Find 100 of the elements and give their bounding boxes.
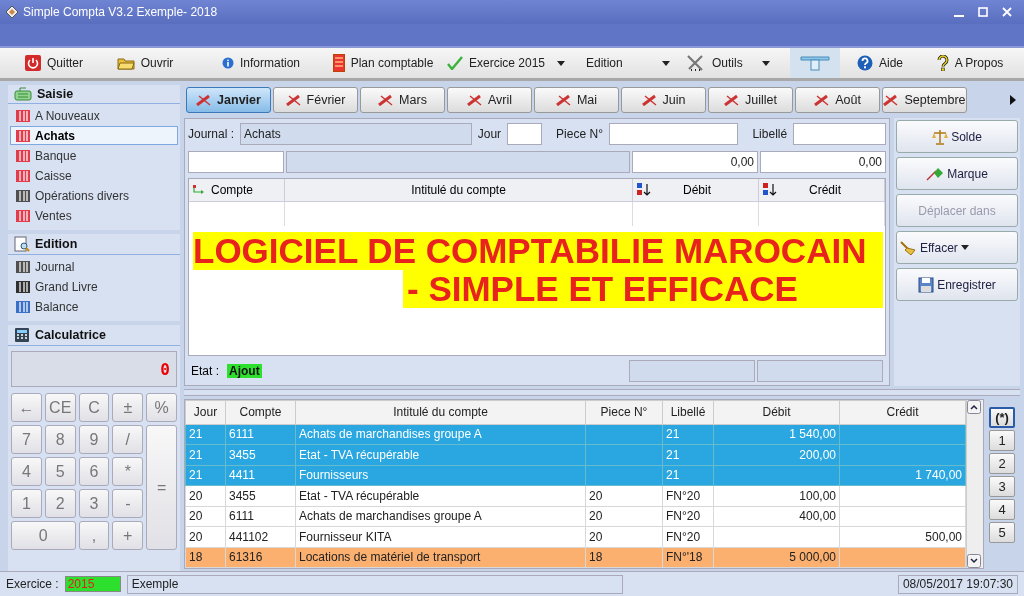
- column-header[interactable]: Débit: [713, 400, 840, 425]
- table-row[interactable]: 20 441102 Fournisseur KITA 20 FN°20 500,00: [185, 526, 966, 547]
- calculator-key[interactable]: ,: [78, 521, 110, 550]
- sidebar-item[interactable]: Balance: [10, 297, 178, 316]
- month-tab[interactable]: Mai: [534, 87, 619, 113]
- table-cell: 20: [185, 485, 226, 507]
- calculator-key[interactable]: 5: [44, 457, 76, 486]
- calculator-key[interactable]: ±: [112, 393, 144, 422]
- ruler-icon: [800, 55, 830, 71]
- table-cell: 20: [585, 506, 663, 527]
- calculator-display: 0: [11, 351, 177, 387]
- toolbar-button[interactable]: Quitter: [8, 48, 100, 78]
- calculator-key[interactable]: 8: [44, 425, 76, 454]
- sidebar-item[interactable]: Grand Livre: [10, 277, 178, 296]
- label-field[interactable]: [793, 123, 886, 145]
- column-header[interactable]: Compte: [189, 179, 285, 201]
- field-label: Journal :: [188, 127, 235, 141]
- close-icon[interactable]: [1002, 7, 1012, 17]
- month-tab[interactable]: Avril: [447, 87, 532, 113]
- toolbar-button[interactable]: A Propos: [920, 48, 1020, 78]
- action-button[interactable]: Enregistrer: [896, 268, 1018, 301]
- action-button[interactable]: Solde: [896, 120, 1018, 153]
- table-cell: Etat - TVA récupérable: [295, 444, 586, 466]
- page-button[interactable]: 5: [989, 522, 1015, 543]
- calculator-key[interactable]: =: [146, 425, 177, 550]
- table-row[interactable]: 20 6111 Achats de marchandises groupe A 20 FN°20 400,00: [185, 506, 966, 527]
- toolbar-button[interactable]: Exercice 2015: [446, 48, 566, 78]
- journal-field: Achats: [240, 123, 472, 145]
- maximize-icon[interactable]: [978, 7, 988, 17]
- calculator-key[interactable]: 0: [11, 521, 76, 550]
- sort-icon: [763, 183, 777, 197]
- calculator-key[interactable]: -: [112, 489, 144, 518]
- triangle-right-icon: [1010, 95, 1016, 105]
- scrollbar[interactable]: [966, 400, 983, 568]
- calculator-key[interactable]: +: [112, 521, 144, 550]
- calculator-key[interactable]: 1: [11, 489, 42, 518]
- action-button[interactable]: Effacer: [896, 231, 1018, 264]
- toolbar-button[interactable]: Information: [202, 48, 320, 78]
- calculator-key[interactable]: %: [146, 393, 177, 422]
- toolbar-button[interactable]: Aide: [840, 48, 920, 78]
- action-button[interactable]: Marque: [896, 157, 1018, 190]
- calculator-key[interactable]: ←: [11, 393, 42, 422]
- table-row[interactable]: 18 61316 Locations de matériel de transport 18 FN°'18 5 000,00: [185, 547, 966, 568]
- sidebar-item[interactable]: Achats: [10, 126, 178, 145]
- month-tab[interactable]: Janvier: [186, 87, 271, 113]
- splitter[interactable]: [184, 389, 1020, 396]
- column-header[interactable]: Intitulé du compte: [285, 179, 633, 201]
- column-header[interactable]: Débit: [633, 179, 759, 201]
- column-header[interactable]: Crédit: [759, 179, 885, 201]
- column-header[interactable]: Crédit: [839, 400, 966, 425]
- account-field[interactable]: [188, 151, 284, 173]
- column-header[interactable]: Jour: [185, 400, 226, 425]
- page-button[interactable]: 1: [989, 430, 1015, 451]
- month-tab[interactable]: Août: [795, 87, 880, 113]
- page-button[interactable]: 4: [989, 499, 1015, 520]
- page-button[interactable]: 2: [989, 453, 1015, 474]
- calculator-key[interactable]: CE: [44, 393, 76, 422]
- table-cell: 21: [185, 444, 226, 466]
- table-row[interactable]: 20 3455 Etat - TVA récupérable 20 FN°20 100,00: [185, 485, 966, 507]
- month-tab[interactable]: Mars: [360, 87, 445, 113]
- month-tab[interactable]: Juin: [621, 87, 706, 113]
- sidebar-item[interactable]: Banque: [10, 146, 178, 165]
- sidebar-item[interactable]: Ventes: [10, 206, 178, 225]
- calculator-key[interactable]: 2: [44, 489, 76, 518]
- calculator-key[interactable]: 6: [78, 457, 110, 486]
- sidebar-item[interactable]: Journal: [10, 257, 178, 276]
- toolbar-button[interactable]: Plan comptable: [320, 48, 446, 78]
- sidebar-item[interactable]: Opérations divers: [10, 186, 178, 205]
- sidebar-item[interactable]: A Nouveaux: [10, 106, 178, 125]
- page-button[interactable]: 3: [989, 476, 1015, 497]
- table-cell: FN°20: [662, 526, 714, 547]
- book-icon: [332, 54, 345, 72]
- date-time-panel: 08/05/2017 19:07:30: [897, 574, 1018, 594]
- column-header[interactable]: Piece N°: [585, 400, 663, 425]
- table-cell: 441102: [225, 526, 296, 547]
- month-tab[interactable]: Juillet: [708, 87, 793, 113]
- column-header[interactable]: Intitulé du compte: [295, 400, 586, 425]
- piece-field[interactable]: [608, 123, 739, 145]
- day-field[interactable]: [507, 123, 543, 145]
- calculator-key[interactable]: /: [112, 425, 144, 454]
- calculator-key[interactable]: 3: [78, 489, 110, 518]
- table-cell: 6111: [225, 506, 296, 527]
- toolbar-button[interactable]: Outils: [678, 48, 778, 78]
- column-header[interactable]: Libellé: [662, 400, 714, 425]
- column-header[interactable]: Compte: [225, 400, 296, 425]
- toolbar-button[interactable]: Edition: [578, 48, 678, 78]
- page-button[interactable]: (*): [989, 407, 1015, 428]
- power-icon: [25, 55, 41, 71]
- month-tab[interactable]: Février: [273, 87, 358, 113]
- pencil-cross-icon: [196, 94, 213, 106]
- sidebar-item[interactable]: Caisse: [10, 166, 178, 185]
- calculator-key[interactable]: 9: [78, 425, 110, 454]
- month-tab[interactable]: Septembre: [882, 87, 967, 113]
- section-title: Saisie: [37, 87, 74, 101]
- calculator-key[interactable]: C: [78, 393, 110, 422]
- ruler-button[interactable]: [790, 48, 840, 78]
- calculator-key[interactable]: *: [112, 457, 144, 486]
- calculator-key[interactable]: 4: [11, 457, 42, 486]
- calculator-key[interactable]: 7: [11, 425, 42, 454]
- toolbar-button[interactable]: Ouvrir: [100, 48, 190, 78]
